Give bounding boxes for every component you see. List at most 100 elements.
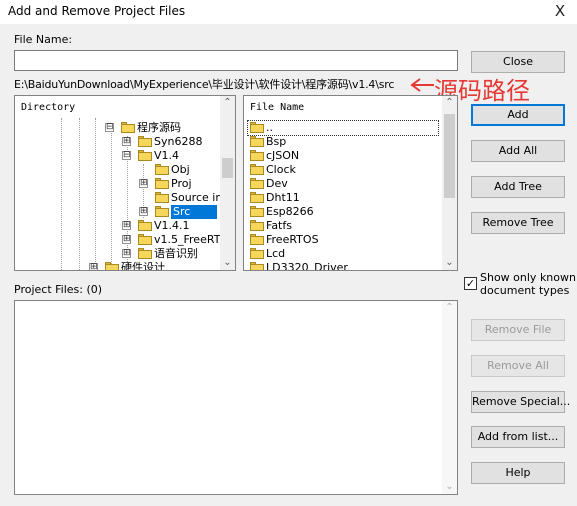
expand-icon[interactable]: ⊞: [122, 249, 131, 258]
add-button[interactable]: Add: [471, 104, 565, 126]
directory-pane[interactable]: Directory ⊟ 程序源码 ⊞ Syn6288 ⊟ V1.4 Obj ⊞ …: [14, 95, 236, 271]
file-name-header: File Name: [250, 102, 305, 113]
file-item-cjson[interactable]: cJSON: [248, 149, 438, 163]
expand-icon[interactable]: ⊞: [139, 179, 148, 188]
file-item-label: Clock: [266, 163, 296, 176]
dir-item-硬件设计[interactable]: ⊞ 硬件设计: [89, 261, 225, 271]
dir-item-label-selected: Src: [171, 205, 217, 219]
file-item-bsp[interactable]: Bsp: [248, 135, 438, 149]
project-files-label: Project Files: (0): [14, 283, 103, 296]
dir-item-v1.4[interactable]: ⊟ V1.4: [122, 149, 225, 163]
title-bar: Add and Remove Project Files X: [0, 0, 577, 24]
scroll-up-icon[interactable]: ⌃: [442, 301, 457, 315]
folder-icon: [250, 122, 264, 133]
tree-guide: [111, 124, 112, 266]
scroll-down-icon[interactable]: ⌄: [220, 256, 235, 270]
show-known-checkbox[interactable]: ✓: [464, 277, 477, 290]
remove-tree-button[interactable]: Remove Tree: [471, 212, 565, 234]
remove-special-button[interactable]: Remove Special...: [471, 391, 570, 413]
folder-icon: [250, 248, 264, 259]
expand-icon[interactable]: ⊞: [122, 221, 131, 230]
file-name-label: File Name:: [14, 33, 73, 46]
file-item-label: Bsp: [266, 135, 287, 148]
dir-item-label: 硬件设计: [121, 261, 165, 271]
dir-item-proj[interactable]: ⊞ Proj: [139, 177, 225, 191]
collapse-icon[interactable]: ⊟: [122, 151, 131, 160]
expand-icon[interactable]: ⊞: [122, 137, 131, 146]
folder-icon: [250, 164, 264, 175]
scroll-up-icon[interactable]: ⌃: [220, 96, 235, 110]
file-item-label: Fatfs: [266, 219, 292, 232]
file-item-dht11[interactable]: Dht11: [248, 191, 438, 205]
dir-item-src[interactable]: ⊞ Src: [139, 205, 225, 219]
expand-icon[interactable]: ⊞: [122, 235, 131, 244]
folder-icon: [250, 136, 264, 147]
project-files-list[interactable]: ⌃ ⌄: [14, 300, 458, 495]
scroll-up-icon[interactable]: ⌃: [442, 96, 457, 110]
expand-icon[interactable]: ⊞: [139, 207, 148, 216]
scroll-down-icon[interactable]: ⌄: [442, 256, 457, 270]
file-item-label: Lcd: [266, 247, 286, 260]
file-list-scrollbar[interactable]: ⌃ ⌄: [442, 96, 457, 270]
show-known-label-line2: document types: [480, 284, 570, 297]
file-item-dev[interactable]: Dev: [248, 177, 438, 191]
dir-item-label: v1.5_FreeRT: [154, 233, 221, 246]
dir-item-label: Syn6288: [154, 135, 203, 148]
folder-icon: [155, 178, 169, 189]
file-item-label: Dht11: [266, 191, 300, 204]
folder-icon: [155, 164, 169, 175]
dir-item-v1.5-freert[interactable]: ⊞ v1.5_FreeRT: [122, 233, 225, 247]
folder-icon: [105, 262, 119, 270]
file-item-freertos[interactable]: FreeRTOS: [248, 233, 438, 247]
file-list-pane[interactable]: File Name .. Bsp cJSON Clock Dev Dht11 E…: [243, 95, 458, 271]
folder-icon: [121, 122, 135, 133]
dir-item-label: Obj: [171, 163, 190, 176]
file-item-parent[interactable]: ..: [247, 120, 439, 136]
expand-icon[interactable]: ⊞: [89, 263, 98, 270]
current-path: E:\BaiduYunDownload\MyExperience\毕业设计\软件…: [14, 78, 395, 91]
scroll-down-icon[interactable]: ⌄: [442, 480, 457, 494]
dir-item-语音识别[interactable]: ⊞ 语音识别: [122, 247, 225, 261]
add-all-button[interactable]: Add All: [471, 140, 565, 162]
dir-item-label: V1.4.1: [154, 219, 190, 232]
file-item-lcd[interactable]: Lcd: [248, 247, 438, 261]
folder-icon: [250, 178, 264, 189]
dir-item-obj[interactable]: Obj: [139, 163, 225, 177]
file-item-label: Esp8266: [266, 205, 314, 218]
folder-icon: [155, 206, 169, 217]
add-from-list-button[interactable]: Add from list...: [471, 426, 565, 448]
collapse-icon[interactable]: ⊟: [105, 123, 114, 132]
dir-item-程序源码[interactable]: ⊟ 程序源码: [105, 121, 225, 135]
directory-header: Directory: [21, 102, 76, 113]
directory-scrollbar[interactable]: ⌃ ⌄: [220, 96, 235, 270]
folder-icon: [250, 150, 264, 161]
file-item-fatfs[interactable]: Fatfs: [248, 219, 438, 233]
file-item-clock[interactable]: Clock: [248, 163, 438, 177]
project-files-scrollbar[interactable]: ⌃ ⌄: [442, 301, 457, 494]
dir-item-label: 语音识别: [154, 247, 198, 260]
dir-item-label: Proj: [171, 177, 192, 190]
remove-all-button[interactable]: Remove All: [471, 355, 565, 377]
dir-item-label: V1.4: [154, 149, 180, 162]
folder-icon: [138, 220, 152, 231]
file-name-input[interactable]: [14, 50, 458, 71]
help-button[interactable]: Help: [471, 462, 565, 484]
folder-icon: [250, 192, 264, 203]
folder-icon: [138, 150, 152, 161]
folder-icon: [250, 206, 264, 217]
dir-item-v1.4.1[interactable]: ⊞ V1.4.1: [122, 219, 225, 233]
scroll-thumb[interactable]: [444, 114, 455, 198]
show-known-label-line1: Show only known: [480, 271, 576, 284]
dir-item-source-in[interactable]: Source in: [139, 191, 225, 205]
tree-guide: [79, 118, 80, 270]
remove-file-button[interactable]: Remove File: [471, 319, 565, 341]
file-item-ld3320-driver[interactable]: LD3320_Driver: [248, 261, 438, 271]
close-window-icon[interactable]: X: [551, 1, 569, 21]
file-item-esp8266[interactable]: Esp8266: [248, 205, 438, 219]
folder-icon: [138, 234, 152, 245]
scroll-thumb[interactable]: [222, 158, 233, 178]
close-button[interactable]: Close: [471, 51, 565, 73]
file-item-label: LD3320_Driver: [266, 261, 348, 271]
dir-item-syn6288[interactable]: ⊞ Syn6288: [122, 135, 225, 149]
add-tree-button[interactable]: Add Tree: [471, 176, 565, 198]
